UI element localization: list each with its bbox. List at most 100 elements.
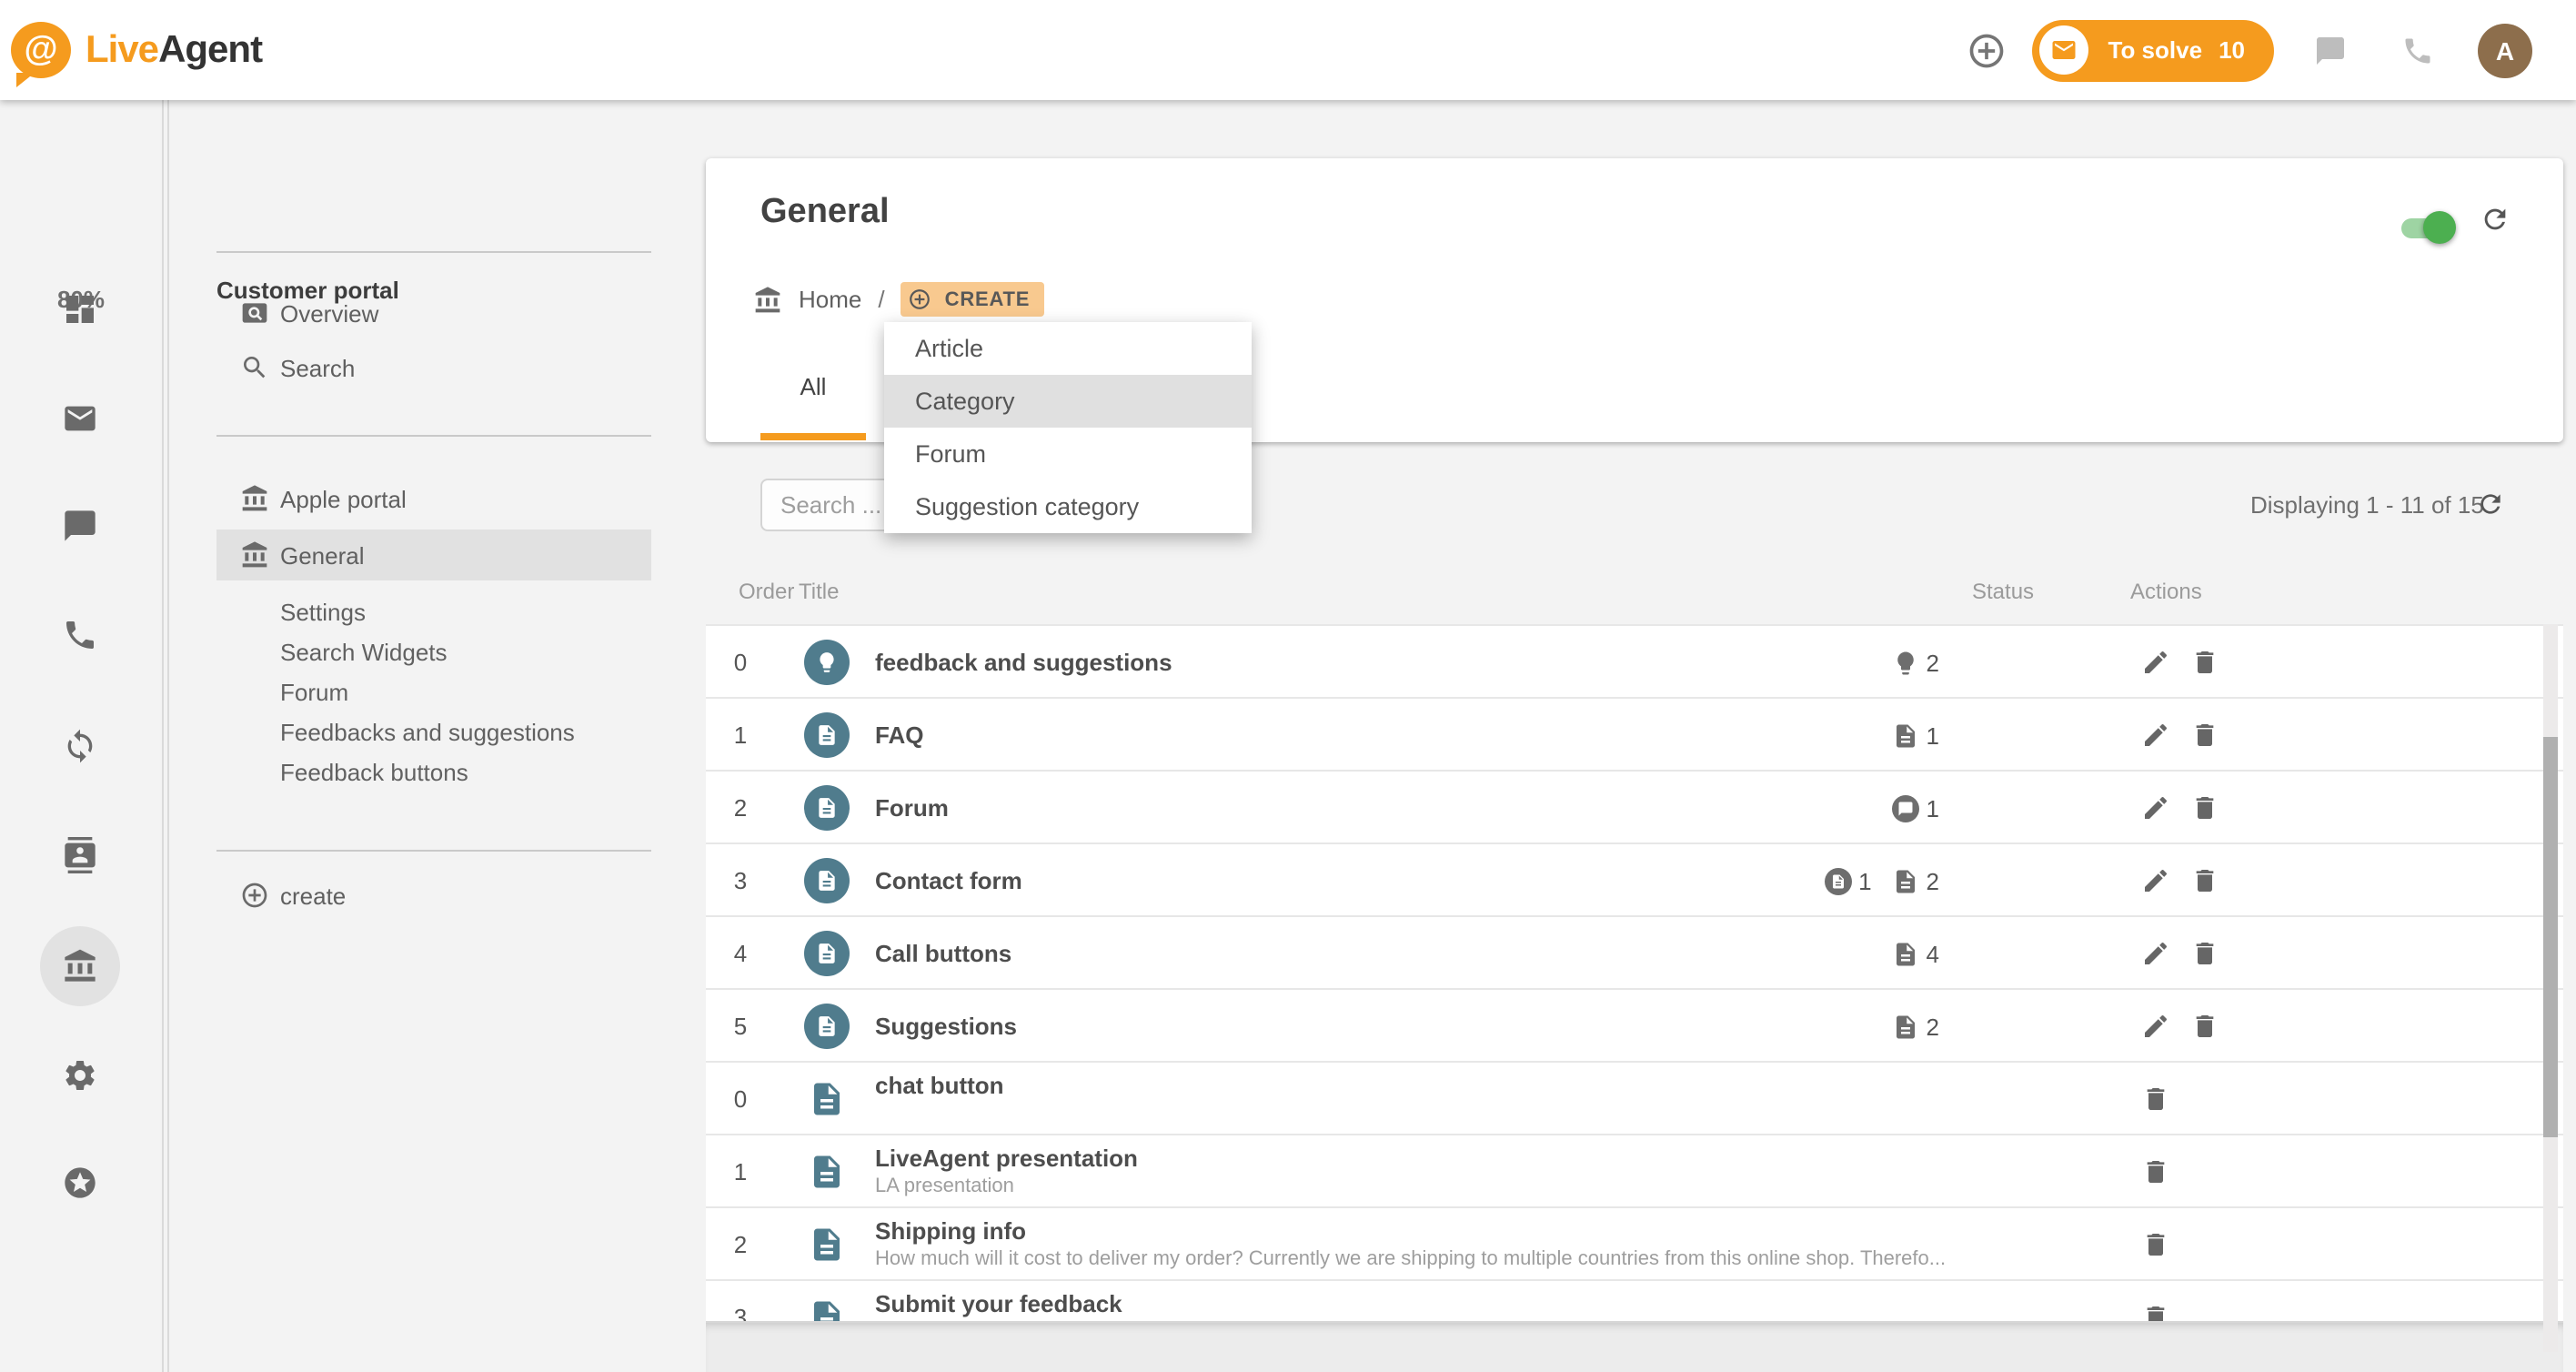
delete-button[interactable] — [2190, 1012, 2219, 1041]
table-row[interactable]: 4Call buttons4 — [706, 915, 2563, 988]
stars-icon — [62, 1165, 98, 1201]
rail-item-phone[interactable] — [62, 617, 98, 653]
rail-item-mail[interactable] — [62, 400, 98, 437]
rail-item-stars[interactable] — [62, 1165, 98, 1201]
table-row[interactable]: 0 feedback and suggestions 2 — [706, 624, 2563, 697]
dropdown-item-forum[interactable]: Forum — [884, 428, 1252, 480]
status-badge: 1 — [1892, 721, 1939, 749]
table-row[interactable]: 2Forum1 — [706, 770, 2563, 842]
pencil-icon — [2141, 648, 2170, 677]
rail-item-sync[interactable] — [62, 728, 98, 764]
pencil-icon — [2141, 721, 2170, 750]
rail-item-settings[interactable] — [62, 1057, 98, 1094]
table-row[interactable]: 1FAQ1 — [706, 697, 2563, 770]
edit-button[interactable] — [2141, 721, 2170, 750]
sidebar-item-create[interactable]: create — [216, 870, 651, 921]
pencil-icon — [2141, 866, 2170, 895]
to-solve-button[interactable]: To solve 10 — [2032, 19, 2275, 81]
create-dropdown-menu: ArticleCategoryForumSuggestion category — [884, 322, 1252, 533]
delete-button[interactable] — [2190, 793, 2219, 822]
actions-cell — [2141, 1208, 2170, 1281]
delete-button[interactable] — [2190, 939, 2219, 968]
row-title[interactable]: Forum — [875, 793, 949, 821]
rail-item-chat[interactable] — [62, 508, 98, 544]
delete-button[interactable] — [2141, 1157, 2170, 1186]
create-button[interactable]: CREATE — [901, 282, 1045, 317]
dropdown-item-suggestion-category[interactable]: Suggestion category — [884, 480, 1252, 533]
pencil-icon — [2141, 793, 2170, 822]
column-header-title: Title — [799, 579, 839, 604]
edit-button[interactable] — [2141, 939, 2170, 968]
category-avatar — [804, 639, 850, 684]
dropdown-item-category[interactable]: Category — [884, 375, 1252, 428]
status-cell: 1 — [1892, 772, 1939, 844]
mail-icon — [2039, 25, 2088, 75]
row-title[interactable]: LiveAgent presentation — [875, 1145, 1138, 1172]
row-title[interactable]: feedback and suggestions — [875, 648, 1172, 675]
row-title[interactable]: FAQ — [875, 721, 923, 748]
document-icon — [815, 722, 839, 746]
refresh-icon — [2480, 204, 2511, 235]
row-title[interactable]: Shipping info — [875, 1217, 1026, 1245]
scrollbar-thumb[interactable] — [2543, 737, 2558, 1137]
sidebar-item-overview[interactable]: Overview — [216, 288, 651, 338]
sidebar-item-feedback-buttons[interactable]: Feedback buttons — [216, 746, 651, 797]
search-icon — [240, 353, 269, 382]
liveagent-logo[interactable]: @ LiveAgent — [11, 22, 262, 78]
rail-item-dashboard[interactable] — [62, 291, 98, 328]
row-title[interactable]: Contact form — [875, 866, 1022, 893]
sidebar-item-general[interactable]: General — [216, 530, 651, 580]
breadcrumb-home[interactable]: Home — [799, 286, 861, 313]
edit-button[interactable] — [2141, 793, 2170, 822]
sidebar-item-apple-portal[interactable]: Apple portal — [216, 473, 651, 524]
edit-button[interactable] — [2141, 866, 2170, 895]
document-icon — [1892, 867, 1919, 894]
row-subtitle: LA presentation — [875, 1175, 1014, 1197]
status-badge: 2 — [1892, 649, 1939, 676]
rail-item-contacts[interactable] — [62, 837, 98, 873]
table-row[interactable]: 3Submit your feedbackDo you have any ide… — [706, 1279, 2563, 1321]
order-cell: 0 — [720, 648, 760, 675]
table-row[interactable]: 0chat button — [706, 1061, 2563, 1134]
delete-button[interactable] — [2141, 1230, 2170, 1259]
row-title[interactable]: Suggestions — [875, 1012, 1017, 1039]
row-title[interactable]: chat button — [875, 1072, 1004, 1099]
rail-item-bank[interactable] — [62, 948, 98, 984]
vertical-scrollbar[interactable] — [2543, 624, 2558, 1352]
edit-button[interactable] — [2141, 1012, 2170, 1041]
delete-button[interactable] — [2141, 1303, 2170, 1321]
table-row[interactable]: 1LiveAgent presentationLA presentation — [706, 1134, 2563, 1206]
delete-button[interactable] — [2190, 721, 2219, 750]
dropdown-item-article[interactable]: Article — [884, 322, 1252, 375]
refresh-list-icon[interactable] — [2476, 489, 2505, 519]
actions-cell — [2141, 844, 2219, 917]
status-cell: 1 — [1892, 699, 1939, 772]
table-row[interactable]: 5Suggestions2 — [706, 988, 2563, 1061]
delete-button[interactable] — [2141, 1084, 2170, 1114]
portal-enabled-toggle[interactable] — [2401, 218, 2450, 238]
table-row[interactable]: 3Contact form12 — [706, 842, 2563, 915]
table-row[interactable]: 2Shipping infoHow much will it cost to d… — [706, 1206, 2563, 1279]
refresh-list-icon — [2476, 489, 2505, 519]
avatar[interactable]: A — [2478, 23, 2532, 77]
delete-button[interactable] — [2190, 648, 2219, 677]
sidebar-item-search[interactable]: Search — [216, 342, 651, 393]
delete-button[interactable] — [2190, 866, 2219, 895]
phone-button[interactable] — [2387, 19, 2449, 81]
row-title[interactable]: Call buttons — [875, 939, 1011, 966]
article-icon — [808, 1225, 846, 1263]
row-title[interactable]: Submit your feedback — [875, 1290, 1122, 1317]
refresh-icon[interactable] — [2480, 204, 2511, 235]
edit-button[interactable] — [2141, 648, 2170, 677]
chat-button[interactable] — [2299, 19, 2361, 81]
logo-live: Live — [86, 28, 158, 70]
tab-all[interactable]: All — [760, 373, 866, 400]
sidebar-item-label: Overview — [280, 299, 378, 327]
sidebar-item-label: Feedback buttons — [280, 758, 468, 785]
sidebar-item-label: Apple portal — [280, 485, 407, 512]
column-header-status: Status — [1972, 579, 2034, 604]
logo-agent: Agent — [158, 28, 262, 70]
displaying-count: Displaying 1 - 11 of 15 — [2250, 491, 2484, 519]
to-solve-label: To solve — [2108, 36, 2203, 64]
add-new-button[interactable] — [1967, 30, 2007, 70]
